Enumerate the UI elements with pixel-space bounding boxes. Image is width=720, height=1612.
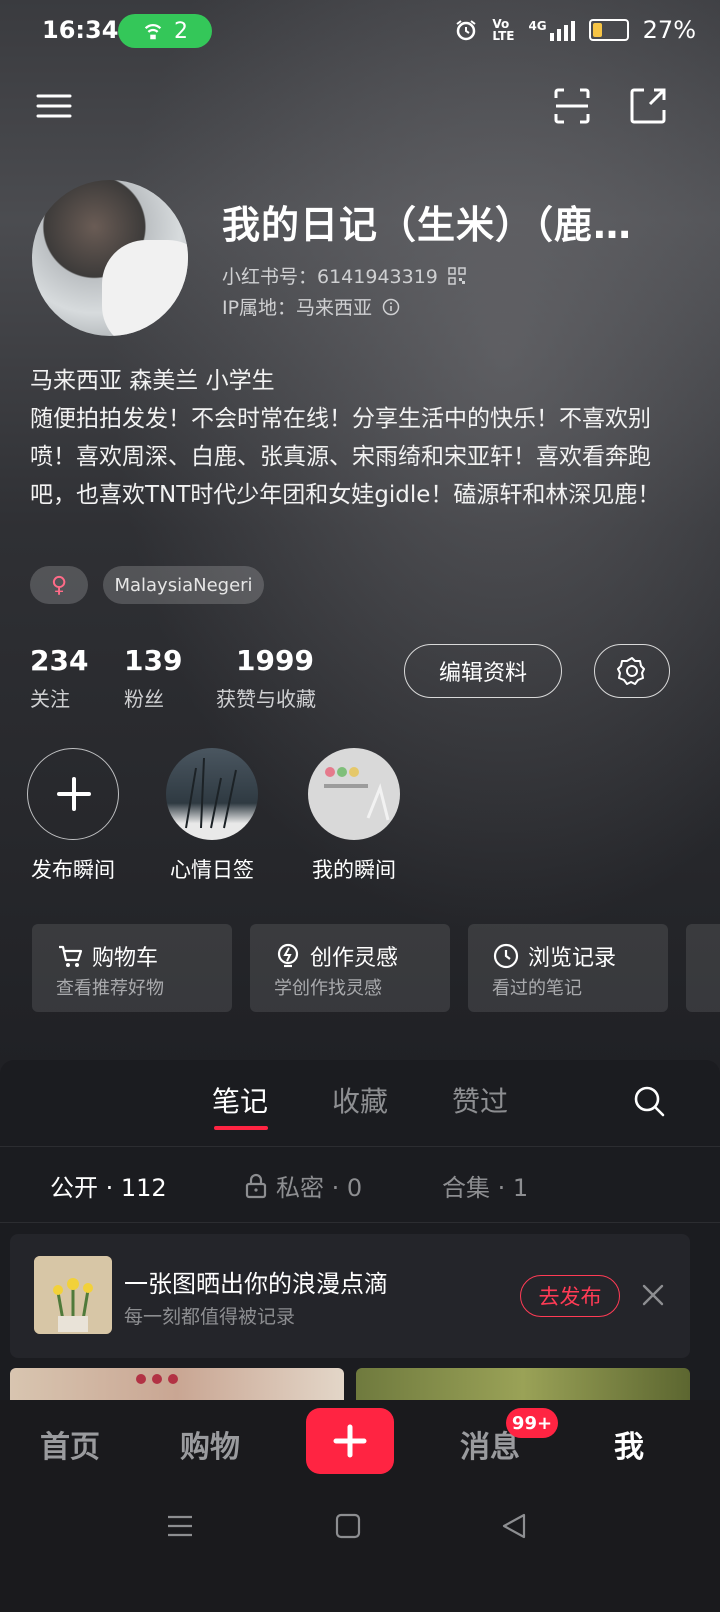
search-icon[interactable] xyxy=(632,1084,666,1118)
moment-label: 发布瞬间 xyxy=(31,858,115,882)
promo-title: 一张图晒出你的浪漫点滴 xyxy=(124,1270,388,1298)
clock-icon xyxy=(493,943,519,969)
cart-icon xyxy=(59,945,83,967)
bio-text: 马来西亚 森美兰 小学生 随便拍拍发发！不会时常在线！分享生活中的快乐！不喜欢别… xyxy=(30,368,661,508)
moment-mood-sign[interactable]: 心情日签 xyxy=(152,748,272,884)
gender-chip: ♀ xyxy=(30,566,88,604)
battery-percent: 27% xyxy=(642,16,696,44)
subtab-label: 合集 · 1 xyxy=(442,1174,529,1202)
stat-likes-collections[interactable]: 1999 获赞与收藏 xyxy=(216,644,316,712)
lightbulb-icon xyxy=(277,943,299,968)
promo-subtitle: 每一刻都值得被记录 xyxy=(124,1306,296,1328)
subtab-private[interactable]: 私密 · 0 xyxy=(244,1168,362,1203)
card-shopping-cart[interactable]: 购物车 查看推荐好物 xyxy=(32,924,232,1012)
card-more[interactable] xyxy=(686,924,720,1012)
moment-publish[interactable]: 发布瞬间 xyxy=(13,748,133,884)
stat-number: 1999 xyxy=(236,644,314,677)
mood-sign-thumbnail[interactable] xyxy=(166,748,258,840)
tab-active-indicator xyxy=(214,1126,268,1130)
redbook-id-text: 小红书号：6141943319 xyxy=(222,266,438,288)
card-title: 购物车 xyxy=(92,946,159,971)
info-icon[interactable] xyxy=(382,298,400,316)
status-bar: 16:34 2 Vo LTE 4G 27% xyxy=(0,0,720,64)
stat-following[interactable]: 234 关注 xyxy=(30,644,88,712)
note-card[interactable] xyxy=(10,1368,344,1400)
messages-badge: 99+ xyxy=(506,1408,558,1438)
moment-label: 我的瞬间 xyxy=(312,858,396,882)
battery-icon xyxy=(588,19,629,41)
tab-favorites[interactable]: 收藏 xyxy=(332,1080,388,1120)
publish-promo-banner: 一张图晒出你的浪漫点滴 每一刻都值得被记录 去发布 xyxy=(10,1234,690,1358)
tab-liked[interactable]: 赞过 xyxy=(452,1080,508,1120)
hotspot-icon xyxy=(144,24,162,40)
nav-me[interactable]: 我 xyxy=(614,1422,644,1466)
status-time: 16:34 xyxy=(42,16,119,44)
stat-label: 获赞与收藏 xyxy=(216,687,316,711)
hotspot-count: 2 xyxy=(174,18,188,44)
my-moment-thumbnail[interactable] xyxy=(308,748,400,840)
share-icon[interactable] xyxy=(626,84,670,128)
moment-mine[interactable]: 我的瞬间 xyxy=(294,748,414,884)
menu-icon[interactable] xyxy=(32,84,76,128)
plus-icon xyxy=(57,777,91,811)
hotspot-indicator: 2 xyxy=(118,14,212,48)
volte-icon: Vo LTE xyxy=(492,17,515,43)
publish-button[interactable] xyxy=(306,1408,394,1474)
profile-bio: 马来西亚 森美兰 小学生 随便拍拍发发！不会时常在线！分享生活中的快乐！不喜欢别… xyxy=(30,362,670,514)
scan-icon[interactable] xyxy=(550,84,594,128)
back-icon[interactable] xyxy=(494,1510,534,1542)
lock-icon xyxy=(245,1173,267,1198)
moment-label: 心情日签 xyxy=(170,858,254,882)
stat-label: 粉丝 xyxy=(124,687,164,711)
subtab-collection[interactable]: 合集 · 1 xyxy=(442,1168,528,1203)
female-icon: ♀ xyxy=(50,572,68,598)
ip-location-text: IP属地：马来西亚 xyxy=(222,297,373,319)
tab-notes[interactable]: 笔记 xyxy=(212,1080,268,1120)
card-creative-inspiration[interactable]: 创作灵感 学创作找灵感 xyxy=(250,924,450,1012)
card-subtitle: 看过的笔记 xyxy=(492,978,582,999)
stat-followers[interactable]: 139 粉丝 xyxy=(124,644,182,712)
card-subtitle: 查看推荐好物 xyxy=(56,978,164,999)
settings-button[interactable] xyxy=(594,644,670,698)
profile-name: 我的日记（生米）（鹿… xyxy=(222,203,633,247)
ip-location: IP属地：马来西亚 xyxy=(222,293,400,320)
stat-label: 关注 xyxy=(30,687,70,711)
network-type: 4G xyxy=(528,19,547,33)
redbook-id[interactable]: 小红书号：6141943319 xyxy=(222,262,466,289)
card-browse-history[interactable]: 浏览记录 看过的笔记 xyxy=(468,924,668,1012)
collage-image xyxy=(324,767,390,821)
card-title: 创作灵感 xyxy=(310,946,399,971)
location-chip: MalaysiaNegeri xyxy=(103,566,264,604)
alarm-icon xyxy=(456,20,477,41)
qrcode-icon[interactable] xyxy=(448,266,466,285)
note-card[interactable] xyxy=(356,1368,690,1400)
nav-home[interactable]: 首页 xyxy=(40,1422,100,1466)
home-icon[interactable] xyxy=(328,1510,368,1542)
flower-image xyxy=(34,1256,112,1334)
nav-shop[interactable]: 购物 xyxy=(180,1422,240,1466)
gear-icon xyxy=(617,657,645,685)
stat-number: 234 xyxy=(30,644,89,677)
grass-image xyxy=(185,757,237,829)
divider xyxy=(0,1222,720,1223)
divider xyxy=(0,1146,720,1147)
subtab-label: 公开 · 112 xyxy=(50,1174,167,1202)
stat-number: 139 xyxy=(124,644,183,677)
card-title: 浏览记录 xyxy=(528,946,617,971)
location-tag: MalaysiaNegeri xyxy=(114,574,253,596)
card-subtitle: 学创作找灵感 xyxy=(274,978,382,999)
promo-thumbnail xyxy=(34,1256,112,1334)
avatar[interactable] xyxy=(32,180,188,336)
close-icon[interactable] xyxy=(638,1280,668,1310)
add-moment-circle[interactable] xyxy=(27,748,119,840)
go-publish-button[interactable]: 去发布 xyxy=(520,1275,620,1317)
plus-icon xyxy=(333,1424,367,1458)
signal-icon: 4G xyxy=(528,19,575,41)
edit-profile-button[interactable]: 编辑资料 xyxy=(404,644,562,698)
subtab-public[interactable]: 公开 · 112 xyxy=(50,1168,167,1203)
recent-apps-icon[interactable] xyxy=(160,1510,200,1542)
subtab-label: 私密 · 0 xyxy=(276,1174,363,1202)
